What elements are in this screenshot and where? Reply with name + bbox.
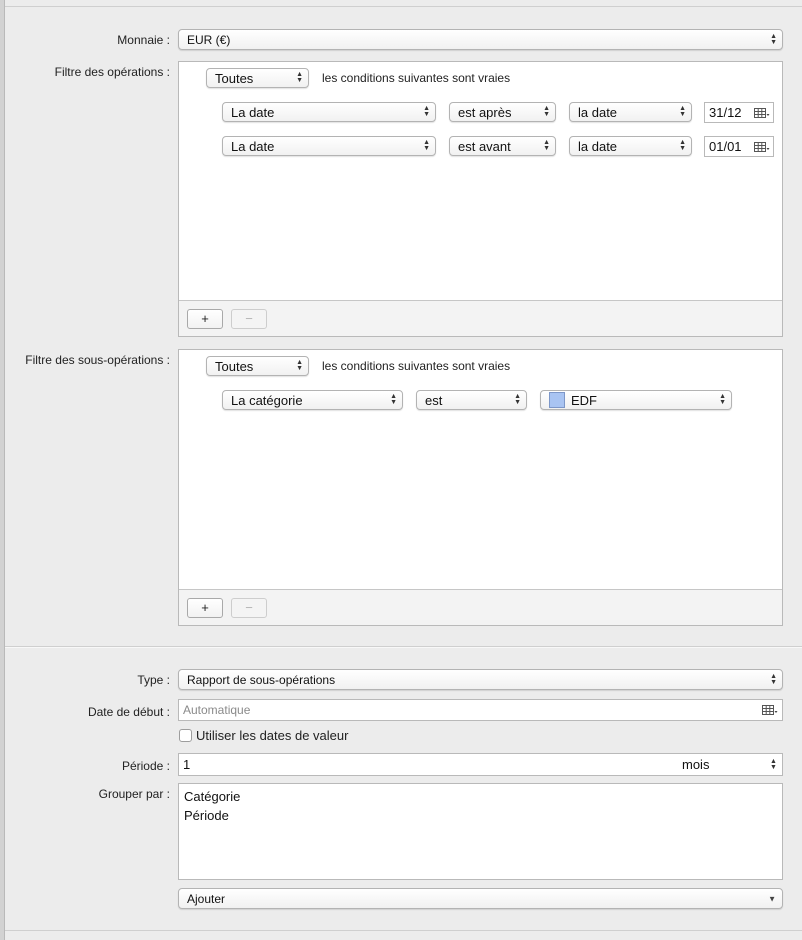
group-by-label: Grouper par : [98,787,170,801]
up-down-arrows-icon: ▲ ▼ [296,71,303,84]
sub-rule-field-popup[interactable]: La catégorie ▲ ▼ [222,390,403,410]
up-down-arrows-icon: ▲ ▼ [770,672,777,686]
period-value: 1 [183,757,191,772]
add-sub-rule-button[interactable]: + [187,598,223,618]
subtransaction-filter-label: Filtre des sous-opérations : [25,353,170,367]
rule1-operator-value: est après [458,104,512,120]
currency-label: Monnaie : [117,33,170,47]
rule1-field-value: La date [231,104,275,120]
up-down-arrows-icon: ▲ ▼ [679,105,686,118]
transaction-match-value: Toutes [215,70,254,86]
rule1-mode-value: la date [578,104,618,120]
subtransaction-match-popup[interactable]: Toutes ▲ ▼ [206,356,309,376]
sub-rule-operator-popup[interactable]: est ▲ ▼ [416,390,527,410]
add-rule-button[interactable]: + [187,309,223,329]
period-unit-stepper-icon[interactable]: ▲ ▼ [770,758,777,771]
sub-rule-field-value: La catégorie [231,392,303,408]
subtransaction-match-value: Toutes [215,358,254,374]
remove-sub-rule-button[interactable]: − [231,598,267,618]
up-down-arrows-icon: ▲ ▼ [514,393,521,406]
subtransaction-filter-footer [179,589,782,625]
rule2-mode-value: la date [578,138,618,154]
up-down-arrows-icon: ▲ ▼ [719,393,726,406]
start-date-label: Date de début : [87,705,170,719]
add-group-popup[interactable]: Ajouter ▼ [178,888,783,909]
up-down-arrows-icon: ▲ ▼ [296,359,303,372]
rule2-date-field[interactable]: 01/01 [704,136,774,157]
value-dates-label[interactable]: Utiliser les dates de valeur [196,728,348,743]
up-down-arrows-icon: ▲ ▼ [679,139,686,152]
currency-value: EUR (€) [187,32,231,47]
up-down-arrows-icon: ▲ ▼ [543,139,550,152]
calendar-icon[interactable] [754,141,770,156]
top-divider [5,6,802,7]
start-date-placeholder: Automatique [183,703,251,717]
transaction-conditions-text: les conditions suivantes sont vraies [322,71,511,85]
rule2-field-value: La date [231,138,275,154]
chevron-down-icon: ▼ [768,894,776,903]
type-value: Rapport de sous-opérations [187,672,336,687]
up-down-arrows-icon: ▲ ▼ [423,139,430,152]
group-by-item[interactable]: Période [184,806,777,825]
type-popup[interactable]: Rapport de sous-opérations ▲ ▼ [178,669,783,690]
value-dates-checkbox[interactable] [179,729,192,742]
up-down-arrows-icon: ▲ ▼ [390,393,397,406]
category-color-swatch [549,392,565,408]
up-down-arrows-icon: ▲ ▼ [770,32,777,46]
add-group-value: Ajouter [187,891,226,906]
rule2-date-value: 01/01 [709,139,742,154]
group-by-list[interactable]: Catégorie Période [178,783,783,880]
period-label: Période : [121,759,170,773]
sub-rule-category-value: EDF [571,392,597,408]
rule1-operator-popup[interactable]: est après ▲ ▼ [449,102,556,122]
calendar-icon[interactable] [762,705,778,719]
start-date-field[interactable]: Automatique [178,699,783,721]
calendar-icon[interactable] [754,107,770,122]
rule1-field-popup[interactable]: La date ▲ ▼ [222,102,436,122]
transaction-match-popup[interactable]: Toutes ▲ ▼ [206,68,309,88]
transaction-filter-label: Filtre des opérations : [54,65,170,79]
bottom-divider [5,930,802,931]
subtransaction-conditions-text: les conditions suivantes sont vraies [322,359,511,373]
rule2-operator-value: est avant [458,138,511,154]
up-down-arrows-icon: ▲ ▼ [543,105,550,118]
transaction-filter-footer [179,300,782,336]
type-label: Type : [137,673,170,687]
section-divider-highlight [5,647,802,648]
rule2-field-popup[interactable]: La date ▲ ▼ [222,136,436,156]
rule2-mode-popup[interactable]: la date ▲ ▼ [569,136,692,156]
remove-rule-button[interactable]: − [231,309,267,329]
sub-rule-operator-value: est [425,392,443,408]
up-down-arrows-icon: ▲ ▼ [423,105,430,118]
rule1-mode-popup[interactable]: la date ▲ ▼ [569,102,692,122]
period-unit-value[interactable]: mois [682,757,709,772]
rule1-date-field[interactable]: 31/12 [704,102,774,123]
rule1-date-value: 31/12 [709,105,742,120]
group-by-item[interactable]: Catégorie [184,787,777,806]
rule2-operator-popup[interactable]: est avant ▲ ▼ [449,136,556,156]
currency-popup[interactable]: EUR (€) ▲ ▼ [178,29,783,50]
sub-rule-category-popup[interactable]: EDF ▲ ▼ [540,390,732,410]
